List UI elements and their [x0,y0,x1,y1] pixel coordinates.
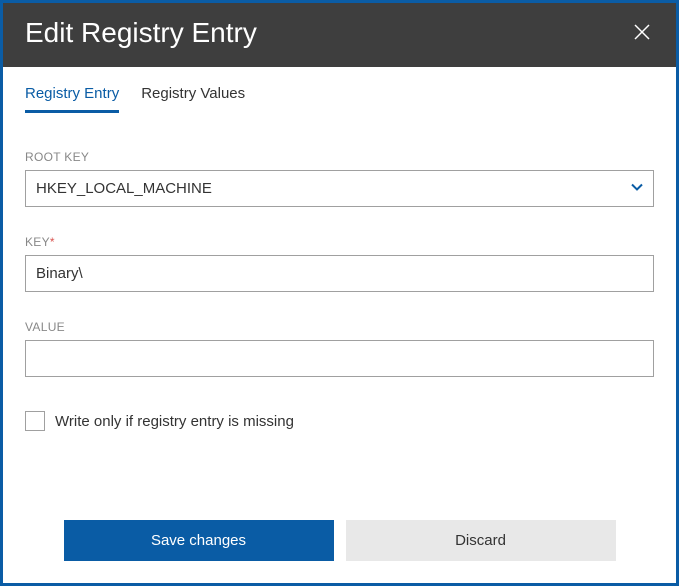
save-button[interactable]: Save changes [64,520,334,561]
close-icon[interactable] [630,20,654,47]
dialog-body: Registry Entry Registry Values ROOT KEY … [3,67,676,583]
key-input[interactable] [25,255,654,292]
key-label: KEY* [25,235,654,249]
dialog-footer: Save changes Discard [25,496,654,583]
root-key-label: ROOT KEY [25,150,654,164]
write-only-label: Write only if registry entry is missing [55,413,294,430]
value-label: VALUE [25,320,654,334]
tab-bar: Registry Entry Registry Values [25,85,654,114]
value-field: VALUE [25,320,654,377]
write-only-checkbox[interactable] [25,411,45,431]
root-key-field: ROOT KEY [25,150,654,207]
root-key-select-wrapper [25,170,654,207]
edit-registry-dialog: Edit Registry Entry Registry Entry Regis… [0,0,679,586]
tab-registry-values[interactable]: Registry Values [141,85,245,113]
dialog-header: Edit Registry Entry [3,3,676,67]
dialog-title: Edit Registry Entry [25,17,257,49]
value-input[interactable] [25,340,654,377]
key-label-text: KEY [25,235,50,249]
tab-registry-entry[interactable]: Registry Entry [25,85,119,113]
key-field: KEY* [25,235,654,292]
discard-button[interactable]: Discard [346,520,616,561]
root-key-select[interactable] [25,170,654,207]
required-marker: * [50,235,55,249]
write-only-row: Write only if registry entry is missing [25,411,654,431]
